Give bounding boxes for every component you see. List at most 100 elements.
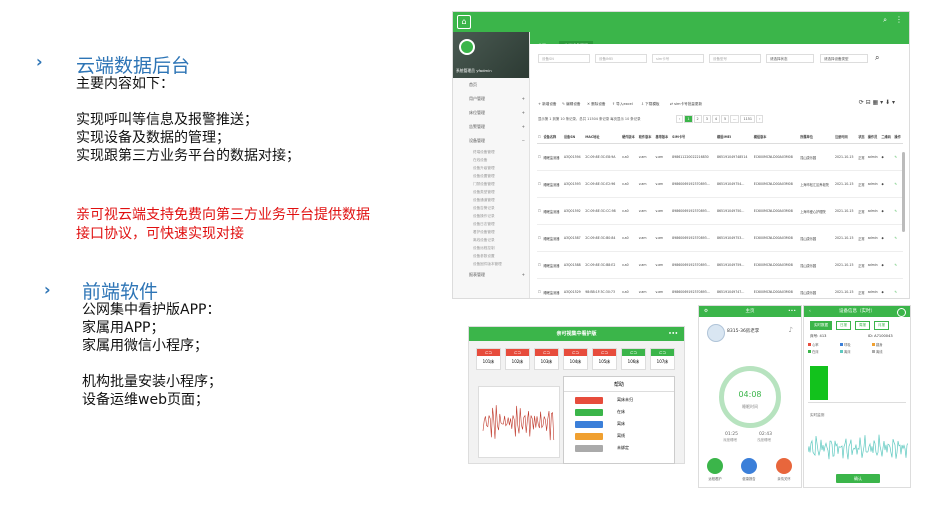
qrcode-icon[interactable]: ◆	[880, 278, 894, 298]
bell-icon[interactable]: ♪	[789, 326, 793, 334]
bed-tile[interactable]: ⊏⊐ 102床	[505, 348, 530, 370]
submenu-item[interactable]: 设备设置管理	[453, 172, 529, 180]
column-header[interactable]: 操作	[893, 130, 903, 144]
sidebar-item-home[interactable]: 首页	[453, 78, 529, 92]
bed-tile[interactable]: ⊏⊐ 101床	[476, 348, 501, 370]
search-icon[interactable]: ⌕	[875, 53, 879, 63]
qrcode-icon[interactable]: ◆	[880, 197, 894, 225]
table-scrollbar[interactable]	[902, 152, 905, 232]
submenu-item[interactable]: 在线设备	[453, 156, 529, 164]
bed-tile[interactable]: ⊏⊐ 103床	[534, 348, 559, 370]
bed-tile[interactable]: ⊏⊐ 104床	[563, 348, 588, 370]
sidebar-item-alarms[interactable]: 告警管理 +	[453, 120, 529, 134]
submenu-item[interactable]: 设备固件版本管理	[453, 260, 529, 268]
table-row[interactable]: ☐ 睡眠监测器 A3Q01529 98:BB:1F:3C:30:73 v.a0 v.am v…	[537, 278, 903, 298]
qrcode-icon[interactable]: ◆	[880, 170, 894, 198]
edit-device-button[interactable]: ✎ 编辑设备	[562, 102, 581, 107]
table-row[interactable]: ☐ 睡眠监测器 A3Q01593 2C:09:8E:3C:E2:96 v.a0 v.am v…	[537, 170, 903, 198]
submenu-item[interactable]: 设备升级管理	[453, 164, 529, 172]
confirm-button[interactable]: 确认	[836, 474, 880, 483]
submenu-item[interactable]: 看护设备管理	[453, 228, 529, 236]
page-button[interactable]: 3	[702, 115, 711, 123]
sidebar-item-reports[interactable]: 报表管理 +	[453, 268, 529, 282]
column-header[interactable]: 注册时间	[833, 130, 858, 144]
health-report-icon[interactable]	[741, 458, 757, 474]
table-row[interactable]: ☐ 睡眠监测器 A3Q01594 2C:09:8E:3C:E8:9A v.a0 v.am v…	[537, 143, 903, 171]
tab-2[interactable]: 周报	[855, 321, 870, 330]
tab-0[interactable]: 实时数据	[810, 321, 832, 330]
type-select[interactable]: 请选择设备类型	[820, 54, 868, 63]
page-button[interactable]: 4	[711, 115, 721, 123]
bed-tile[interactable]: ⊏⊐ 106床	[621, 348, 646, 370]
edit-icon[interactable]: ✎	[893, 251, 903, 279]
column-header[interactable]: 硬件版本	[621, 130, 638, 144]
table-row[interactable]: ☐ 睡眠监测器 A3Q01588 2C:09:8E:3C:B8:E2 v.a0 v.am v…	[537, 251, 903, 279]
page-button[interactable]: 1	[684, 115, 693, 123]
submenu-item[interactable]: 设备参数设置	[453, 252, 529, 260]
submenu-item[interactable]: 设备日志管理	[453, 220, 529, 228]
submenu-item[interactable]: 离线设备记录	[453, 236, 529, 244]
column-header[interactable]: SIM卡号	[671, 130, 716, 144]
page-button[interactable]: 1151	[740, 115, 756, 123]
submenu-item[interactable]: 设备告警记录	[453, 204, 529, 212]
remote-care-icon[interactable]	[707, 458, 723, 474]
sleep-time-label: 睡眠时间	[742, 404, 758, 409]
more-icon: •••	[668, 331, 678, 337]
import-excel-button[interactable]: ⇪ 导入excel	[612, 102, 633, 107]
filter-sn-input[interactable]: 设备SN	[538, 54, 590, 63]
family-care-icon[interactable]	[776, 458, 792, 474]
sim-batch-update-button[interactable]: ⇄ sim卡号批量更新	[670, 102, 702, 107]
table-row[interactable]: ☐ 睡眠监测器 A3Q01587 2C:09:8E:3C:B0:84 v.a0 v.am v…	[537, 224, 903, 252]
submenu-item[interactable]: 设备远程控制	[453, 244, 529, 252]
submenu-item[interactable]: 门禁设备管理	[453, 180, 529, 188]
column-header[interactable]: 设备名称	[542, 130, 563, 144]
filter-imei-input[interactable]: 设备IMEI	[595, 54, 647, 63]
more-icon[interactable]: ⋮	[895, 15, 903, 24]
filter-sim-input[interactable]: sim卡号	[652, 54, 704, 63]
sidebar-item-beds[interactable]: 床位管理 +	[453, 106, 529, 120]
tab-1[interactable]: 日报	[836, 321, 851, 330]
table-row[interactable]: ☐ 睡眠监测器 A3Q01592 2C:09:8E:3C:CC:98 v.a0 v.am v…	[537, 197, 903, 225]
qrcode-icon[interactable]: ◆	[880, 143, 894, 171]
light-sleep-label: 浅度睡眠	[757, 438, 771, 442]
download-template-button[interactable]: ⇩ 下载模板	[641, 102, 660, 107]
nav-label[interactable]: 远程看护	[703, 476, 727, 481]
status-select[interactable]: 请选择状态	[766, 54, 814, 63]
sidebar-item-users[interactable]: 用户管理 +	[453, 92, 529, 106]
submenu-item[interactable]: 终端设备管理	[453, 148, 529, 156]
sidebar-item-devices[interactable]: 设备管理 −	[453, 134, 529, 148]
edit-icon[interactable]: ✎	[893, 278, 903, 298]
submenu-item[interactable]: 设备操作记录	[453, 212, 529, 220]
submenu-item[interactable]: 设备通道管理	[453, 196, 529, 204]
column-header[interactable]: 基带版本	[654, 130, 672, 144]
delete-device-button[interactable]: ✕ 删除设备	[587, 102, 606, 107]
page-button[interactable]: 2	[693, 115, 702, 123]
tab-3[interactable]: 月报	[874, 321, 889, 330]
bed-tile[interactable]: ⊏⊐ 105床	[592, 348, 617, 370]
column-header[interactable]: MAC地址	[584, 130, 622, 144]
qrcode-icon[interactable]: ◆	[880, 251, 894, 279]
page-button[interactable]: ›	[756, 115, 764, 123]
search-icon[interactable]: ⌕	[883, 16, 887, 25]
bed-tile[interactable]: ⊏⊐ 107床	[650, 348, 675, 370]
column-header[interactable]: 设备SN	[562, 130, 585, 144]
column-header[interactable]: 所属单位	[799, 130, 834, 144]
column-header[interactable]: 模组IMEI	[715, 130, 753, 144]
column-header[interactable]: 二维码	[880, 130, 894, 144]
column-header[interactable]: 状态	[857, 130, 867, 144]
add-device-button[interactable]: + 新增设备	[538, 102, 557, 107]
nav-label[interactable]: 健康报告	[737, 476, 761, 481]
qrcode-icon[interactable]: ◆	[880, 224, 894, 252]
page-button[interactable]: 5	[721, 115, 730, 123]
bed-icon: ⊏⊐	[651, 349, 674, 356]
column-header[interactable]: 操作员	[866, 130, 881, 144]
column-header[interactable]: 模组版本	[752, 130, 800, 144]
table-tools-icon[interactable]: ⟳ ⊟ ▦ ▾ ⬇ ▾	[859, 99, 895, 106]
submenu-item[interactable]: 设备类型管理	[453, 188, 529, 196]
filter-model-input[interactable]: 设备型号	[709, 54, 761, 63]
page-button[interactable]: ...	[730, 115, 740, 123]
nav-label[interactable]: 亲情关怀	[772, 476, 796, 481]
column-header[interactable]: 软件版本	[637, 130, 655, 144]
home-icon[interactable]: ⌂	[457, 15, 471, 29]
page-button[interactable]: ‹	[676, 115, 684, 123]
